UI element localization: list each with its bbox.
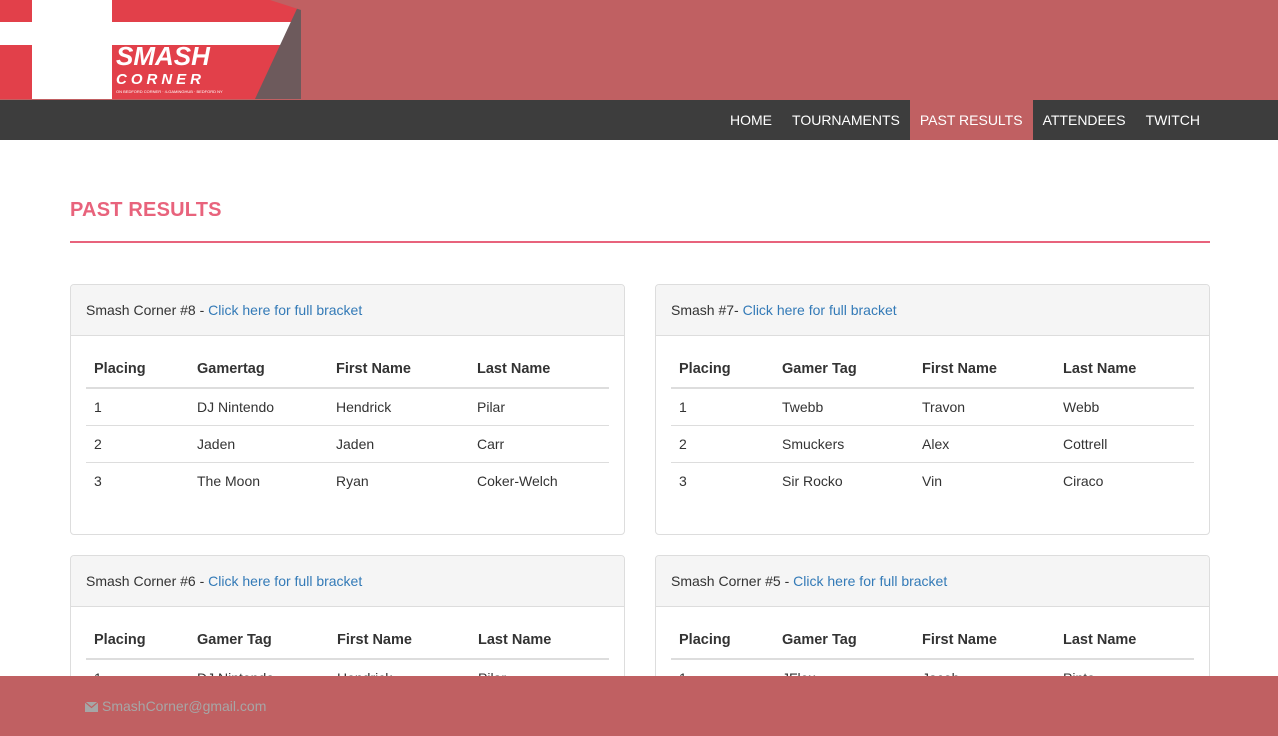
event-name: Smash Corner #5 - (671, 573, 794, 589)
column-header-placing: Placing (86, 351, 189, 389)
column-header-last-name: Last Name (470, 622, 609, 660)
table-row: 1 Twebb Travon Webb (671, 388, 1194, 425)
last-name-cell: Webb (1063, 398, 1100, 415)
panel-heading: Smash Corner #6 - Click here for full br… (71, 556, 624, 607)
envelope-icon (84, 699, 99, 712)
event-name: Smash Corner #6 - (86, 573, 209, 589)
column-header-placing: Placing (671, 351, 774, 389)
full-bracket-link[interactable]: Click here for full bracket (793, 573, 947, 589)
column-header-placing: Placing (86, 622, 189, 660)
first-name-cell: Travon (922, 398, 966, 415)
gamertag-cell: The Moon (189, 461, 328, 499)
column-header-last-name: Last Name (1055, 351, 1194, 389)
column-header-first-name: First Name (914, 351, 1055, 389)
gamertag-cell: Twebb (782, 398, 824, 415)
last-name-cell: Carr (469, 424, 609, 462)
logo-subtitle: CORNER (116, 71, 205, 88)
first-name-cell: Alex (914, 424, 1055, 462)
table-row: 3 Sir Rocko Vin Ciraco (671, 461, 1194, 499)
results-table: Placing Gamer Tag First Name Last Name 1… (671, 351, 1194, 499)
table-row: 3 The Moon Ryan Coker-Welch (86, 461, 609, 499)
first-name-cell: Vin (914, 461, 1055, 499)
last-name-cell: Pilar (477, 398, 506, 415)
placing-cell: 2 (671, 424, 774, 462)
table-row: 2 Smuckers Alex Cottrell (671, 424, 1194, 462)
first-name-cell: Ryan (328, 461, 469, 499)
column-header-first-name: First Name (914, 622, 1055, 660)
event-name: Smash #7- (671, 302, 743, 318)
results-panel-smash-7: Smash #7- Click here for full bracket Pl… (655, 284, 1210, 535)
gamertag-cell: Jaden (189, 424, 328, 462)
footer-email-link[interactable]: SmashCorner@gmail.com (102, 698, 266, 714)
page-title: PAST RESULTS (70, 199, 222, 221)
first-name-cell: Hendrick (336, 398, 392, 415)
gamertag-cell: Smuckers (774, 424, 914, 462)
title-divider (70, 241, 1210, 243)
results-table: Placing Gamertag First Name Last Name 1 … (86, 351, 609, 499)
nav-item-attendees[interactable]: ATTENDEES (1033, 100, 1136, 140)
column-header-last-name: Last Name (469, 351, 609, 389)
full-bracket-link[interactable]: Click here for full bracket (208, 573, 362, 589)
logo-title: SMASH (116, 41, 211, 71)
placing-cell: 3 (671, 461, 774, 499)
placing-cell: 1 (94, 398, 102, 415)
gamertag-cell: DJ Nintendo (197, 398, 275, 415)
column-header-gamer-tag: Gamer Tag (189, 622, 329, 660)
logo-tagline: ON BEDFORD CORNER · 4-GAMINGHUB · BEDFOR… (116, 89, 223, 94)
placing-cell: 1 (679, 398, 687, 415)
last-name-cell: Coker-Welch (469, 461, 609, 499)
column-header-first-name: First Name (328, 351, 469, 389)
nav-item-past-results[interactable]: PAST RESULTS (909, 100, 1033, 140)
column-header-placing: Placing (671, 622, 774, 660)
column-header-gamer-tag: Gamer Tag (774, 351, 914, 389)
table-row: 2 Jaden Jaden Carr (86, 424, 609, 462)
site-logo[interactable]: SMASH CORNER ON BEDFORD CORNER · 4-GAMIN… (0, 0, 301, 99)
nav-item-twitch[interactable]: TWITCH (1136, 100, 1210, 140)
placing-cell: 3 (86, 461, 189, 499)
panel-heading: Smash #7- Click here for full bracket (656, 285, 1209, 336)
column-header-gamertag: Gamertag (189, 351, 328, 389)
nav-item-tournaments[interactable]: TOURNAMENTS (782, 100, 910, 140)
nav-item-home[interactable]: HOME (720, 100, 782, 140)
results-panel-smash-corner-8: Smash Corner #8 - Click here for full br… (70, 284, 625, 535)
main-navbar: HOME TOURNAMENTS PAST RESULTS ATTENDEES … (0, 100, 1278, 140)
placing-cell: 2 (86, 424, 189, 462)
table-row: 1 DJ Nintendo Hendrick Pilar (86, 388, 609, 425)
column-header-gamer-tag: Gamer Tag (774, 622, 914, 660)
panel-heading: Smash Corner #5 - Click here for full br… (656, 556, 1209, 607)
panel-heading: Smash Corner #8 - Click here for full br… (71, 285, 624, 336)
footer-contact: SmashCorner@gmail.com (84, 698, 266, 714)
column-header-first-name: First Name (329, 622, 470, 660)
full-bracket-link[interactable]: Click here for full bracket (743, 302, 897, 318)
site-footer: SmashCorner@gmail.com (0, 676, 1278, 736)
last-name-cell: Cottrell (1055, 424, 1194, 462)
nav-menu: HOME TOURNAMENTS PAST RESULTS ATTENDEES … (720, 100, 1210, 140)
column-header-last-name: Last Name (1055, 622, 1194, 660)
gamertag-cell: Sir Rocko (774, 461, 914, 499)
site-header: SMASH CORNER ON BEDFORD CORNER · 4-GAMIN… (0, 0, 1278, 100)
first-name-cell: Jaden (328, 424, 469, 462)
event-name: Smash Corner #8 - (86, 302, 209, 318)
full-bracket-link[interactable]: Click here for full bracket (208, 302, 362, 318)
last-name-cell: Ciraco (1055, 461, 1194, 499)
